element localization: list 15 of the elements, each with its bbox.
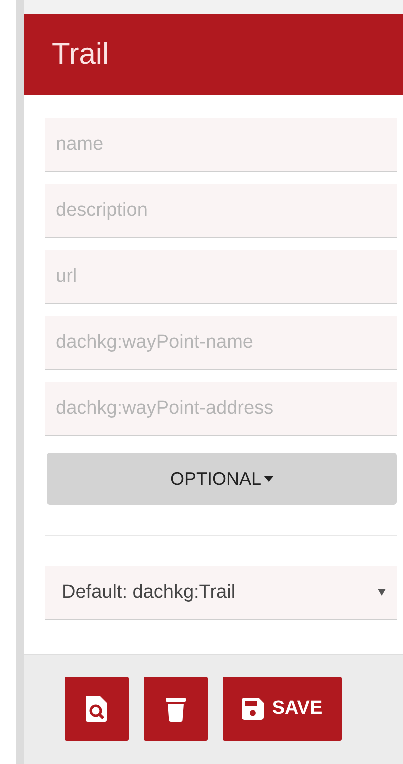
input-field[interactable]: description [45,184,397,238]
input-field[interactable]: dachkg:wayPoint-name [45,316,397,370]
form-title: Trail [52,38,110,72]
trash-icon [165,696,187,722]
dropdown-arrow-icon [378,589,386,596]
input-field[interactable]: url [45,250,397,304]
document-search-icon [86,696,108,722]
delete-button[interactable] [144,677,208,741]
save-button[interactable]: SAVE [223,677,342,741]
type-dropdown[interactable]: Default: dachkg:Trail [45,566,397,620]
optional-button[interactable]: OPTIONAL [47,453,397,505]
preview-button[interactable] [65,677,129,741]
input-field[interactable]: name [45,118,397,172]
caret-icon [264,476,274,482]
input-field[interactable]: dachkg:wayPoint-address [45,382,397,436]
